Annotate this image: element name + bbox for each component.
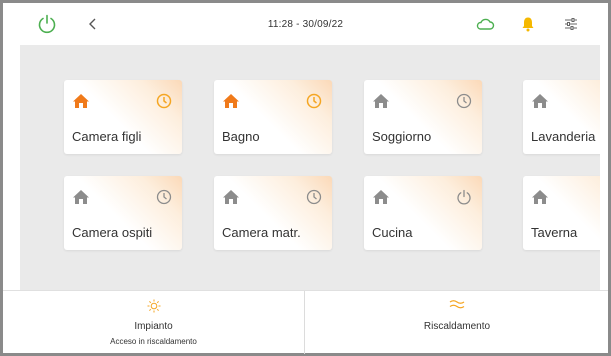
cloud-icon[interactable] bbox=[473, 3, 497, 45]
room-label: Camera figli bbox=[72, 129, 142, 144]
room-tile-taverna[interactable]: Taverna bbox=[523, 176, 600, 250]
room-tile-camera-figli[interactable]: Camera figli bbox=[64, 80, 182, 154]
home-icon bbox=[221, 188, 241, 206]
clock-icon bbox=[155, 92, 173, 110]
top-bar: 11:28 - 30/09/22 bbox=[3, 3, 608, 45]
clock-icon bbox=[305, 188, 323, 206]
room-label: Soggiorno bbox=[372, 129, 432, 144]
room-label: Taverna bbox=[531, 225, 578, 240]
room-label: Bagno bbox=[222, 129, 260, 144]
room-label: Lavanderia bbox=[531, 129, 596, 144]
room-tile-cucina[interactable]: Cucina bbox=[364, 176, 482, 250]
home-icon bbox=[221, 92, 241, 110]
status-footer: Impianto Acceso in riscaldamento Riscald… bbox=[3, 290, 608, 354]
sliders-icon[interactable] bbox=[561, 3, 581, 45]
room-tile-camera-ospiti[interactable]: Camera ospiti bbox=[64, 176, 182, 250]
home-icon bbox=[530, 188, 550, 206]
room-tile-soggiorno[interactable]: Soggiorno bbox=[364, 80, 482, 154]
room-tile-camera-matr[interactable]: Camera matr. bbox=[214, 176, 332, 250]
mode-title: Riscaldamento bbox=[423, 321, 491, 332]
rooms-grid: Camera figli Bagno Soggiorno Lavanderia … bbox=[20, 45, 600, 290]
room-tile-bagno[interactable]: Bagno bbox=[214, 80, 332, 154]
home-icon bbox=[371, 188, 391, 206]
clock-icon bbox=[305, 92, 323, 110]
room-label: Cucina bbox=[372, 225, 413, 240]
system-status-button[interactable]: Impianto Acceso in riscaldamento bbox=[3, 291, 305, 354]
heat-waves-icon bbox=[306, 299, 608, 313]
power-icon bbox=[455, 188, 473, 206]
home-icon bbox=[71, 92, 91, 110]
room-tile-lavanderia[interactable]: Lavanderia bbox=[523, 80, 600, 154]
home-icon bbox=[371, 92, 391, 110]
clock-icon bbox=[455, 92, 473, 110]
system-subtitle: Acceso in riscaldamento bbox=[110, 337, 197, 346]
home-icon bbox=[71, 188, 91, 206]
mode-button[interactable]: Riscaldamento bbox=[306, 291, 608, 354]
sun-icon bbox=[3, 299, 304, 313]
room-label: Camera matr. bbox=[222, 225, 301, 240]
home-icon bbox=[530, 92, 550, 110]
clock-icon bbox=[155, 188, 173, 206]
bell-icon[interactable] bbox=[517, 3, 539, 45]
system-title: Impianto bbox=[134, 321, 173, 332]
room-label: Camera ospiti bbox=[72, 225, 153, 240]
